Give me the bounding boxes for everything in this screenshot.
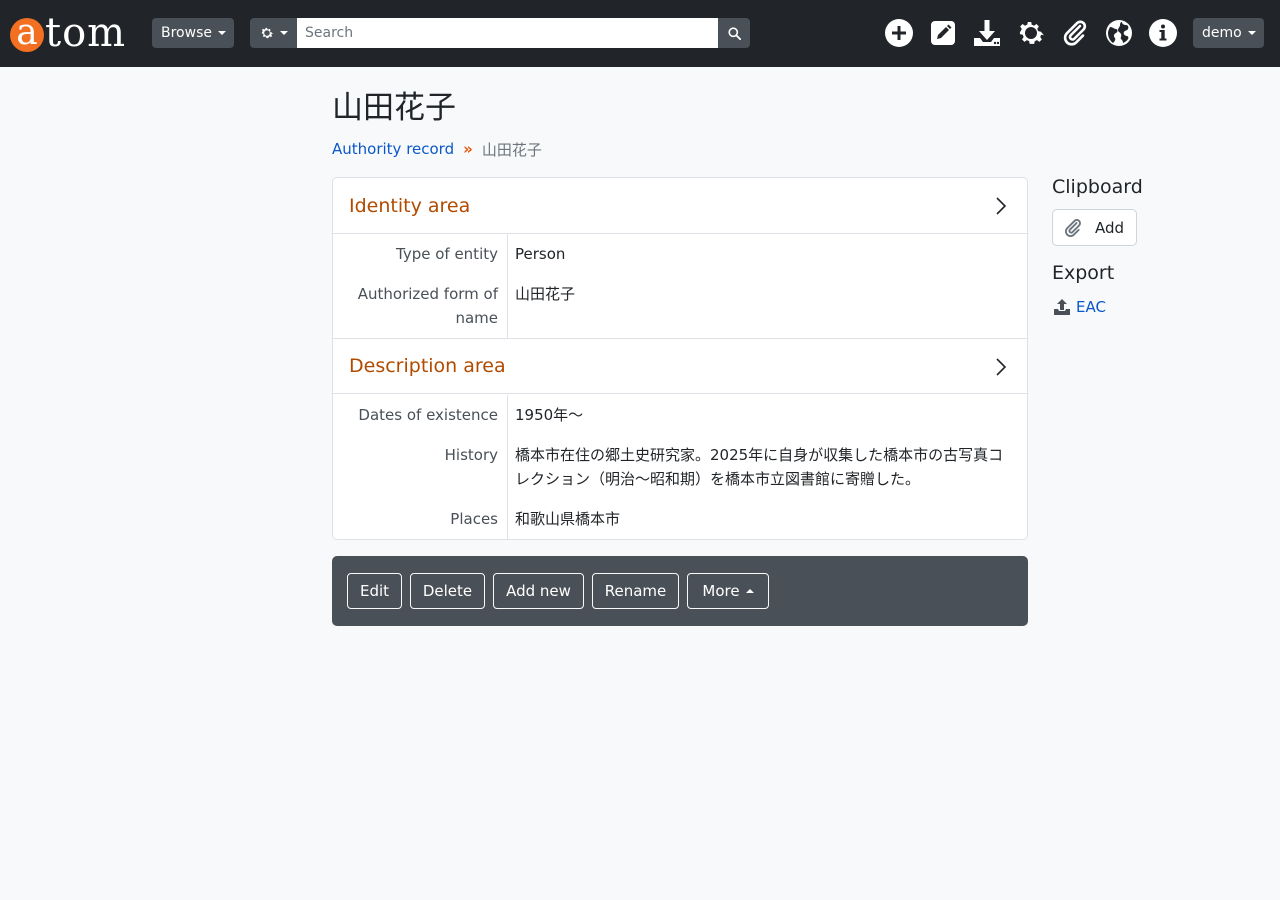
top-navbar: a tom Browse demo	[0, 0, 1280, 67]
import-menu-button[interactable]	[971, 17, 1003, 49]
actions-bar: Edit Delete Add new Rename More	[332, 556, 1028, 626]
page-title: 山田花子	[332, 90, 456, 126]
atom-logo[interactable]: a tom	[10, 10, 126, 56]
breadcrumb-separator: »	[463, 140, 473, 158]
globe-icon	[1106, 20, 1132, 46]
info-icon	[1149, 19, 1177, 47]
gear-icon	[261, 27, 274, 39]
field-label: Dates of existence	[358, 406, 498, 424]
field-label: Type of entity	[396, 245, 498, 263]
authority-record-card: Identity area Type of entity Person Auth…	[332, 177, 1028, 540]
logo-text: tom	[45, 10, 127, 56]
breadcrumb-authority-record-link[interactable]: Authority record	[332, 140, 454, 158]
search-input[interactable]	[297, 18, 718, 48]
field-places: Places 和歌山県橋本市	[333, 507, 1027, 531]
browse-menu-button[interactable]: Browse	[152, 18, 234, 48]
field-value: 和歌山県橋本市	[515, 510, 621, 528]
user-menu-button[interactable]: demo	[1193, 18, 1264, 48]
field-value: 1950年〜	[515, 406, 584, 424]
paperclip-icon	[1065, 218, 1081, 237]
search-options-button[interactable]	[250, 18, 297, 48]
field-label: Authorized form of name	[357, 285, 498, 327]
delete-button[interactable]: Delete	[410, 573, 485, 609]
edit-button[interactable]: Edit	[347, 573, 402, 609]
clipboard-add-label: Add	[1095, 218, 1125, 237]
identity-area-header[interactable]: Identity area	[333, 178, 1027, 234]
chevron-up-icon	[745, 589, 754, 593]
language-menu-button[interactable]	[1103, 17, 1135, 49]
manage-menu-button[interactable]	[927, 17, 959, 49]
export-eac-link[interactable]: EAC	[1053, 296, 1106, 318]
chevron-down-icon	[217, 31, 226, 35]
chevron-right-icon	[996, 197, 1007, 215]
browse-label: Browse	[161, 25, 212, 41]
rename-button[interactable]: Rename	[592, 573, 679, 609]
field-label: Places	[450, 510, 498, 528]
clipboard-heading: Clipboard	[1052, 176, 1143, 198]
add-new-button[interactable]: Add new	[493, 573, 584, 609]
quick-links-menu-button[interactable]	[1147, 17, 1179, 49]
chevron-right-icon	[996, 358, 1007, 376]
clipboard-menu-button[interactable]	[1059, 17, 1091, 49]
logo-letter-a: a	[10, 15, 44, 52]
search-icon	[727, 26, 741, 40]
settings-gear-icon	[1019, 21, 1044, 44]
field-dates-of-existence: Dates of existence 1950年〜	[333, 403, 1027, 427]
export-heading: Export	[1052, 262, 1115, 284]
search-submit-button[interactable]	[718, 18, 750, 48]
paperclip-icon	[1063, 20, 1087, 46]
more-menu-button[interactable]: More	[687, 573, 769, 609]
more-label: More	[702, 582, 740, 600]
breadcrumb-current: 山田花子	[481, 140, 542, 159]
field-value: 山田花子	[515, 285, 576, 303]
field-type-of-entity: Type of entity Person	[333, 242, 1027, 266]
field-label: History	[444, 446, 498, 464]
admin-menu-button[interactable]	[1015, 17, 1047, 49]
chevron-down-icon	[280, 31, 288, 35]
field-value: Person	[515, 245, 566, 263]
identity-area-heading: Identity area	[349, 194, 471, 217]
field-history: History 橋本市在住の郷土史研究家。2025年に自身が収集した橋本市の古写…	[333, 443, 1027, 491]
clipboard-add-button[interactable]: Add	[1052, 209, 1137, 246]
export-eac-label: EAC	[1076, 298, 1106, 316]
breadcrumb: Authority record » 山田花子	[332, 138, 542, 160]
chevron-down-icon	[1247, 31, 1256, 35]
field-value: 橋本市在住の郷土史研究家。2025年に自身が収集した橋本市の古写真コレクション（…	[515, 446, 1004, 488]
upload-icon	[1054, 299, 1070, 315]
field-authorized-form-of-name: Authorized form of name 山田花子	[333, 282, 1027, 330]
add-menu-button[interactable]	[883, 17, 915, 49]
edit-icon	[931, 21, 955, 45]
download-icon	[974, 20, 1000, 46]
plus-circle-icon	[885, 19, 913, 47]
user-label: demo	[1202, 25, 1242, 41]
description-area-header[interactable]: Description area	[333, 338, 1027, 394]
description-area-heading: Description area	[349, 355, 506, 377]
